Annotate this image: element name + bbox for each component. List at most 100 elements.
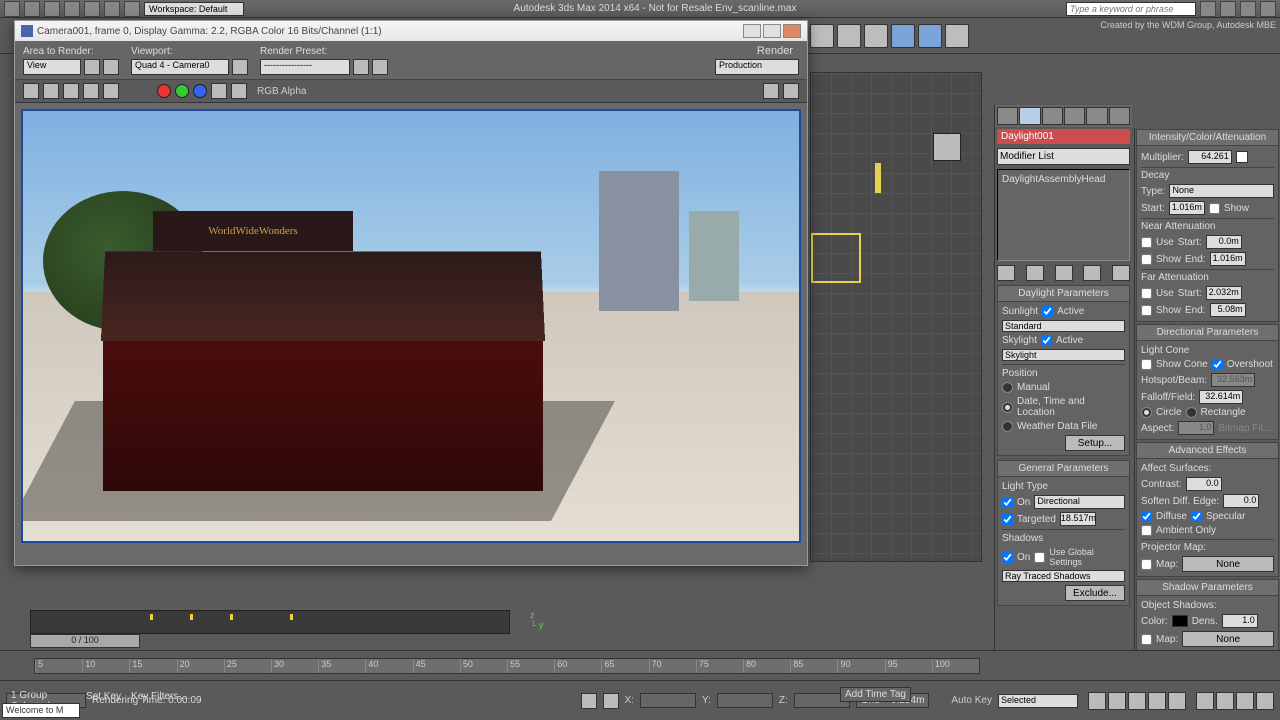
- maxscript-listener[interactable]: Welcome to M: [2, 703, 80, 718]
- bitmap-fit-button[interactable]: Bitmap Fit...: [1218, 423, 1271, 434]
- rectangle-radio[interactable]: [1186, 407, 1197, 418]
- rendered-frame-icon[interactable]: [864, 24, 888, 48]
- undo-icon[interactable]: [84, 1, 100, 17]
- rollout-header[interactable]: Advanced Effects: [1137, 443, 1278, 459]
- render-iterative-icon[interactable]: [918, 24, 942, 48]
- x-field[interactable]: [640, 693, 696, 708]
- hierarchy-tab[interactable]: [1042, 107, 1063, 125]
- key-filter-dropdown[interactable]: Selected: [998, 694, 1078, 708]
- toggle-ui-a-icon[interactable]: [763, 83, 779, 99]
- manual-radio[interactable]: [1002, 382, 1013, 393]
- render-last-icon[interactable]: [945, 24, 969, 48]
- color-swatch[interactable]: [1236, 151, 1248, 163]
- viewport-dropdown[interactable]: Quad 4 - Camera0: [131, 59, 229, 75]
- shadow-map-button[interactable]: None: [1182, 631, 1274, 647]
- stack-item[interactable]: DaylightAssemblyHead: [1002, 174, 1105, 185]
- make-unique-icon[interactable]: [1055, 265, 1073, 281]
- autokey-button[interactable]: Auto Key: [951, 695, 992, 706]
- save-icon[interactable]: [64, 1, 80, 17]
- shadow-type-dropdown[interactable]: Ray Traced Shadows: [1002, 570, 1125, 582]
- material-editor-icon[interactable]: [810, 24, 834, 48]
- near-end-spinner[interactable]: 1.016m: [1210, 252, 1246, 266]
- near-show-checkbox[interactable]: [1141, 254, 1152, 265]
- display-tab[interactable]: [1086, 107, 1107, 125]
- save-image-icon[interactable]: [23, 83, 39, 99]
- create-tab[interactable]: [997, 107, 1018, 125]
- green-channel-toggle[interactable]: [175, 84, 189, 98]
- workspace-dropdown[interactable]: Workspace: Default: [144, 2, 244, 16]
- close-button[interactable]: [783, 24, 801, 38]
- preset-env-icon[interactable]: [353, 59, 369, 75]
- map-none-button[interactable]: None: [1182, 556, 1274, 572]
- area-dropdown[interactable]: View: [23, 59, 81, 75]
- datetime-radio[interactable]: [1002, 402, 1013, 413]
- area-edit-icon[interactable]: [84, 59, 100, 75]
- keyframe[interactable]: [190, 614, 193, 620]
- open-icon[interactable]: [44, 1, 60, 17]
- show-checkbox[interactable]: [1209, 203, 1220, 214]
- minimize-icon[interactable]: [1220, 1, 1236, 17]
- utilities-tab[interactable]: [1109, 107, 1130, 125]
- prev-frame-icon[interactable]: [1108, 692, 1126, 710]
- viewport-lock-icon[interactable]: [232, 59, 248, 75]
- contrast-spinner[interactable]: 0.0: [1186, 477, 1222, 491]
- object-name-field[interactable]: Daylight001: [997, 129, 1130, 144]
- blue-channel-toggle[interactable]: [193, 84, 207, 98]
- render-production-icon[interactable]: [891, 24, 915, 48]
- render-setup-icon[interactable]: [837, 24, 861, 48]
- red-channel-toggle[interactable]: [157, 84, 171, 98]
- render-button[interactable]: Render: [757, 45, 799, 57]
- key-filters-button[interactable]: Key Filters...: [131, 691, 187, 702]
- next-frame-icon[interactable]: [1148, 692, 1166, 710]
- clone-image-icon[interactable]: [43, 83, 59, 99]
- show-end-icon[interactable]: [1026, 265, 1044, 281]
- mono-channel-icon[interactable]: [231, 83, 247, 99]
- pin-stack-icon[interactable]: [997, 265, 1015, 281]
- density-spinner[interactable]: 1.0: [1222, 614, 1258, 628]
- minimize-button[interactable]: [743, 24, 761, 38]
- lock-selection-icon[interactable]: [581, 693, 597, 709]
- preset-dropdown[interactable]: ----------------: [260, 59, 350, 75]
- rollout-header[interactable]: Shadow Parameters: [1137, 580, 1278, 596]
- link-icon[interactable]: [124, 1, 140, 17]
- modify-tab[interactable]: [1019, 107, 1040, 125]
- compare-icon[interactable]: [83, 83, 99, 99]
- app-menu-icon[interactable]: [4, 1, 20, 17]
- time-slider[interactable]: 0 / 100: [30, 634, 980, 648]
- preset-gear-icon[interactable]: [372, 59, 388, 75]
- goto-start-icon[interactable]: [1088, 692, 1106, 710]
- rollout-header[interactable]: Daylight Parameters: [998, 286, 1129, 302]
- diffuse-checkbox[interactable]: [1141, 511, 1152, 522]
- new-icon[interactable]: [24, 1, 40, 17]
- falloff-spinner[interactable]: 32.614m: [1199, 390, 1243, 404]
- maximize-vp-icon[interactable]: [1256, 692, 1274, 710]
- near-use-checkbox[interactable]: [1141, 237, 1152, 248]
- light-on-checkbox[interactable]: [1002, 497, 1013, 508]
- circle-radio[interactable]: [1141, 407, 1152, 418]
- viewcube-icon[interactable]: [933, 133, 961, 161]
- configure-icon[interactable]: [1112, 265, 1130, 281]
- area-auto-icon[interactable]: [103, 59, 119, 75]
- add-time-tag[interactable]: Add Time Tag: [840, 687, 911, 702]
- rendered-image[interactable]: WorldWideWonders: [21, 109, 801, 543]
- help-icon[interactable]: [1200, 1, 1216, 17]
- scene-selection[interactable]: [811, 233, 861, 283]
- exclude-button[interactable]: Exclude...: [1065, 585, 1125, 601]
- overshoot-checkbox[interactable]: [1212, 359, 1223, 370]
- clear-icon[interactable]: [103, 83, 119, 99]
- viewport-top[interactable]: [810, 72, 982, 562]
- modifier-list-dropdown[interactable]: Modifier List: [997, 148, 1130, 165]
- far-show-checkbox[interactable]: [1141, 305, 1152, 316]
- multiplier-spinner[interactable]: 64.261: [1188, 150, 1232, 164]
- skylight-type-dropdown[interactable]: Skylight: [1002, 349, 1125, 361]
- setup-button[interactable]: Setup...: [1065, 435, 1125, 451]
- specular-checkbox[interactable]: [1191, 511, 1202, 522]
- scene-object[interactable]: [875, 163, 881, 193]
- far-use-checkbox[interactable]: [1141, 288, 1152, 299]
- alpha-channel-icon[interactable]: [211, 83, 227, 99]
- rollout-header[interactable]: Intensity/Color/Attenuation: [1137, 130, 1278, 146]
- play-icon[interactable]: [1128, 692, 1146, 710]
- rollout-header[interactable]: Directional Parameters: [1137, 325, 1278, 341]
- keyframe[interactable]: [290, 614, 293, 620]
- shadow-map-checkbox[interactable]: [1141, 634, 1152, 645]
